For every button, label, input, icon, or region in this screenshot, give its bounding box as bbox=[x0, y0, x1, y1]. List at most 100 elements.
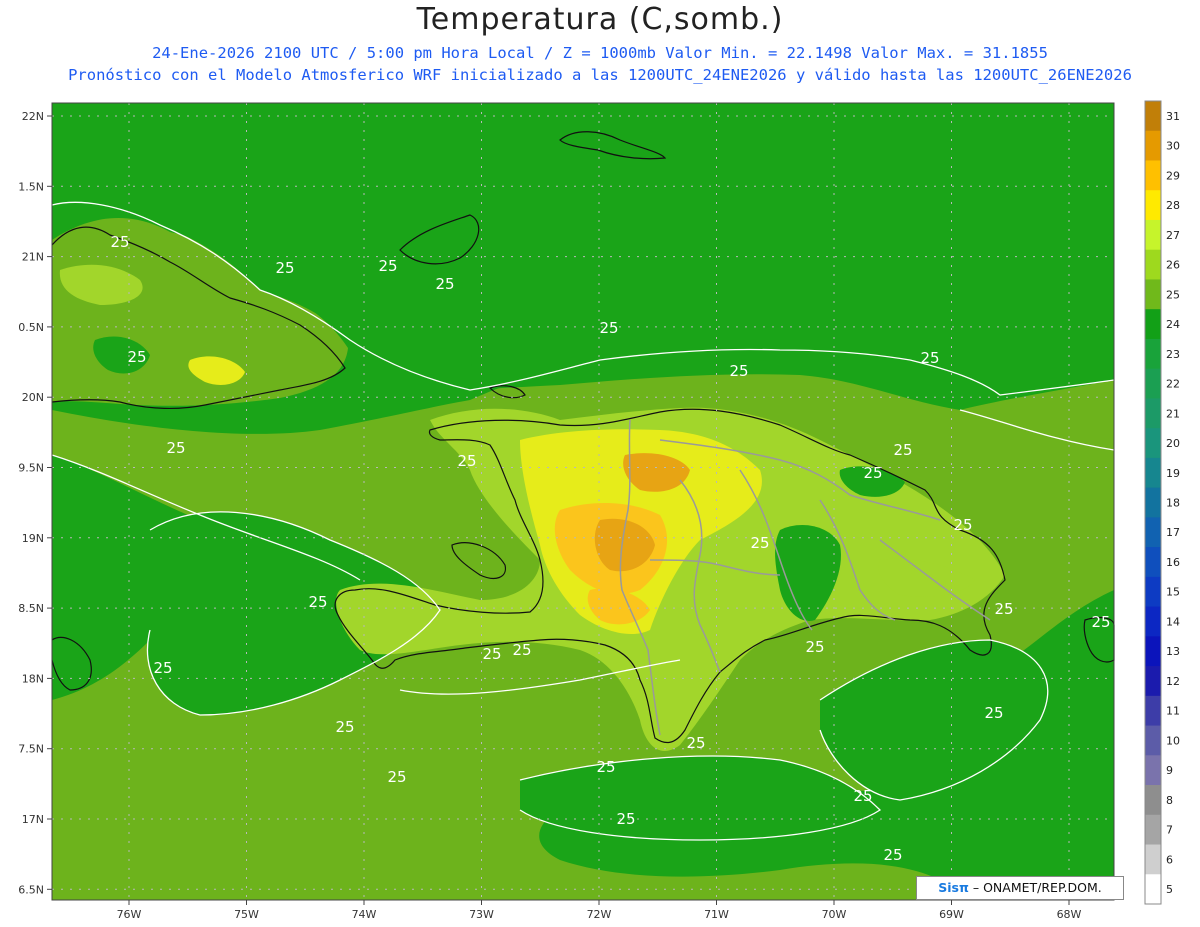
lon-tick-label: 68W bbox=[1057, 908, 1082, 921]
colorbar-swatch bbox=[1145, 309, 1161, 340]
contour-label-25: 25 bbox=[729, 362, 748, 380]
contour-label-25: 25 bbox=[920, 349, 939, 367]
contour-label-25: 25 bbox=[750, 534, 769, 552]
contour-label-25: 25 bbox=[275, 259, 294, 277]
lat-tick-label: 20N bbox=[22, 391, 44, 404]
colorbar-swatch bbox=[1145, 576, 1161, 608]
contour-label-25: 25 bbox=[512, 641, 531, 659]
colorbar-swatch bbox=[1145, 695, 1161, 727]
colorbar-swatch bbox=[1145, 517, 1161, 548]
contour-label-25: 25 bbox=[308, 593, 327, 611]
contour-label-25: 25 bbox=[953, 516, 972, 534]
colorbar-swatch bbox=[1145, 487, 1161, 518]
lat-tick-label: 21N bbox=[22, 251, 44, 264]
colorbar-label: 21 bbox=[1166, 407, 1180, 420]
colorbar-label: 28 bbox=[1166, 199, 1180, 212]
colorbar-label: 6 bbox=[1166, 853, 1173, 866]
colorbar-label: 12 bbox=[1166, 675, 1180, 688]
colorbar-swatch bbox=[1145, 844, 1161, 875]
lat-tick-label: 22N bbox=[22, 110, 44, 123]
colorbar-swatch bbox=[1145, 190, 1161, 221]
contour-label-25: 25 bbox=[863, 464, 882, 482]
lon-tick-label: 69W bbox=[939, 908, 964, 921]
colorbar-swatch bbox=[1145, 219, 1161, 251]
lat-tick-label: 0.5N bbox=[18, 321, 44, 334]
latitude-ticks: 22N 1.5N 21N 0.5N 20N 9.5N 19N 8.5N 18N 7.5N 17N 6.… bbox=[18, 110, 52, 896]
contour-label-25: 25 bbox=[596, 758, 615, 776]
lat-tick-label: 6.5N bbox=[18, 883, 44, 896]
contour-label-25: 25 bbox=[994, 600, 1013, 618]
contour-label-25: 25 bbox=[166, 439, 185, 457]
colorbar-label: 13 bbox=[1166, 645, 1180, 658]
credit-text: – ONAMET/REP.DOM. bbox=[968, 880, 1102, 895]
colorbar-label: 30 bbox=[1166, 140, 1180, 153]
contour-label-25: 25 bbox=[805, 638, 824, 656]
lon-tick-label: 74W bbox=[352, 908, 377, 921]
warm-shading bbox=[52, 103, 1114, 900]
lat-tick-label: 8.5N bbox=[18, 602, 44, 615]
colorbar-swatch bbox=[1145, 160, 1161, 191]
colorbar-label: 11 bbox=[1166, 705, 1180, 718]
colorbar-label: 22 bbox=[1166, 378, 1180, 391]
colorbar-label: 24 bbox=[1166, 318, 1180, 331]
lat-tick-label: 19N bbox=[22, 532, 44, 545]
lat-tick-label: 7.5N bbox=[18, 743, 44, 756]
lon-tick-label: 70W bbox=[822, 908, 847, 921]
colorbar-swatch bbox=[1145, 428, 1161, 459]
credit-box: Sisπ – ONAMET/REP.DOM. bbox=[916, 876, 1124, 900]
colorbar-label: 20 bbox=[1166, 437, 1180, 450]
contour-label-25: 25 bbox=[153, 659, 172, 677]
colorbar-label: 29 bbox=[1166, 169, 1180, 182]
sispi-brand: Sisπ bbox=[938, 880, 969, 895]
contour-label-25: 25 bbox=[616, 810, 635, 828]
lon-tick-label: 73W bbox=[469, 908, 494, 921]
contour-label-25: 25 bbox=[686, 734, 705, 752]
colorbar-swatch bbox=[1145, 606, 1161, 637]
longitude-ticks: 76W 75W 74W 73W 72W 71W 70W 69W 68W bbox=[117, 900, 1082, 921]
contour-label-25: 25 bbox=[853, 787, 872, 805]
colorbar-swatch bbox=[1145, 666, 1161, 697]
colorbar-label: 10 bbox=[1166, 734, 1180, 747]
colorbar: 31 30 29 28 27 26 25 24 23 22 21 20 19 18 17 16 15 14 13 12… bbox=[1144, 100, 1180, 905]
colorbar-label: 23 bbox=[1166, 348, 1180, 361]
colorbar-label: 25 bbox=[1166, 288, 1180, 301]
colorbar-swatch bbox=[1145, 101, 1161, 132]
lat-tick-label: 17N bbox=[22, 813, 44, 826]
lat-tick-label: 18N bbox=[22, 672, 44, 685]
colorbar-swatch bbox=[1145, 338, 1161, 370]
contour-label-25: 25 bbox=[883, 846, 902, 864]
colorbar-swatch bbox=[1145, 368, 1161, 399]
colorbar-swatch bbox=[1145, 457, 1161, 489]
lon-tick-label: 72W bbox=[587, 908, 612, 921]
colorbar-swatch bbox=[1145, 814, 1161, 846]
colorbar-swatch bbox=[1145, 547, 1161, 578]
contour-label-25: 25 bbox=[893, 441, 912, 459]
lat-tick-label: 1.5N bbox=[18, 180, 44, 193]
colorbar-label: 17 bbox=[1166, 526, 1180, 539]
lat-tick-label: 9.5N bbox=[18, 462, 44, 475]
contour-label-25: 25 bbox=[1091, 613, 1110, 631]
colorbar-label: 26 bbox=[1166, 259, 1180, 272]
colorbar-swatch bbox=[1145, 755, 1161, 786]
colorbar-label: 16 bbox=[1166, 556, 1180, 569]
contour-label-25: 25 bbox=[378, 257, 397, 275]
colorbar-swatch bbox=[1145, 130, 1161, 161]
temperature-map: 25 25 25 25 25 25 25 25 25 25 25 25 25 25 25 25 25 25 25 25… bbox=[18, 100, 1180, 921]
colorbar-label: 14 bbox=[1166, 615, 1180, 628]
contour-label-25: 25 bbox=[127, 348, 146, 366]
colorbar-label: 8 bbox=[1166, 794, 1173, 807]
contour-label-25: 25 bbox=[482, 645, 501, 663]
contour-label-25: 25 bbox=[335, 718, 354, 736]
colorbar-label: 18 bbox=[1166, 497, 1180, 510]
contour-label-25: 25 bbox=[435, 275, 454, 293]
contour-label-25: 25 bbox=[110, 233, 129, 251]
colorbar-swatch bbox=[1145, 874, 1161, 905]
lon-tick-label: 75W bbox=[234, 908, 259, 921]
contour-label-25: 25 bbox=[387, 768, 406, 786]
colorbar-label: 19 bbox=[1166, 467, 1180, 480]
lon-tick-label: 71W bbox=[704, 908, 729, 921]
colorbar-label: 31 bbox=[1166, 110, 1180, 123]
contour-label-25: 25 bbox=[457, 452, 476, 470]
contour-label-25: 25 bbox=[984, 704, 1003, 722]
colorbar-label: 27 bbox=[1166, 229, 1180, 242]
